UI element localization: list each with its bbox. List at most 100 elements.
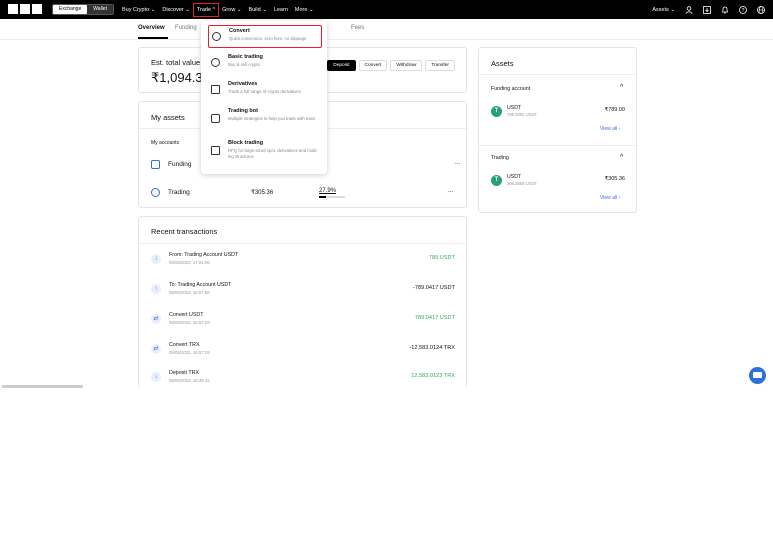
transaction-amount: -789.0417 USDT: [413, 285, 455, 291]
account-name: Trading: [168, 189, 190, 196]
tab-fees[interactable]: Fees: [351, 25, 364, 31]
transaction-row[interactable]: ⇄ Convert USDT 09/05/2022, 16:57:29 789.041…: [151, 311, 455, 333]
more-options[interactable]: ...: [448, 188, 453, 194]
nav-more[interactable]: More ⌄: [295, 7, 314, 13]
tether-icon: T: [491, 175, 502, 186]
assets-panel: Assets Funding account ^ T USDT 789.0000…: [478, 47, 638, 213]
tab-funding[interactable]: Funding: [175, 25, 197, 31]
token-name: USDT: [507, 174, 522, 180]
menu-item-title: Derivatives: [228, 81, 258, 87]
menu-item-desc: RFQ for large-sized spot, derivatives an…: [228, 148, 318, 159]
assets-panel-title: Assets: [491, 59, 514, 68]
more-options[interactable]: ...: [455, 160, 460, 166]
trading-pct: 27.9%: [319, 188, 337, 194]
transaction-row[interactable]: ↑ To: Trading Account USDT 09/05/2022, 16:…: [151, 281, 455, 303]
swap-icon: [211, 58, 220, 67]
tab-overview[interactable]: Overview: [138, 25, 165, 31]
trading-usdt-row[interactable]: T USDT 305.3659 USDT ₹305.36: [491, 174, 625, 192]
transaction-icon: ⇄: [151, 344, 161, 354]
nav-build[interactable]: Build ⌄: [248, 7, 266, 13]
transaction-title: To: Trading Account USDT: [169, 282, 232, 288]
withdraw-button[interactable]: Withdraw: [390, 60, 423, 71]
token-qty: 789.0000 USDT: [507, 112, 538, 117]
trade-dropdown-menu: Convert Quick conversion, zero fees, no …: [201, 21, 327, 174]
assets-menu[interactable]: Assets ⌄: [652, 7, 675, 13]
block-icon: [211, 146, 220, 155]
exchange-toggle[interactable]: Exchange: [53, 5, 88, 14]
transaction-icon: ↓: [151, 254, 161, 264]
transaction-title: Convert USDT: [169, 312, 204, 318]
est-value-label: Est. total value: [151, 58, 201, 67]
action-buttons: Deposit Convert Withdraw Transfer: [324, 60, 455, 71]
trading-label: Trading: [491, 155, 509, 161]
token-name: USDT: [507, 105, 522, 111]
trading-progress: [319, 196, 345, 198]
funding-account-label: Funding account: [491, 86, 531, 92]
okx-logo[interactable]: [8, 4, 44, 15]
recent-title: Recent transactions: [151, 227, 218, 236]
derivatives-icon: [211, 85, 220, 94]
token-value: ₹305.36: [604, 176, 625, 182]
transaction-amount: 789 USDT: [428, 255, 455, 261]
nav-discover[interactable]: Discover ⌄: [162, 7, 190, 13]
tether-icon: T: [491, 106, 502, 117]
account-row-funding[interactable]: Funding: [151, 160, 192, 169]
nav-grow[interactable]: Grow ⌄: [222, 7, 241, 13]
transaction-amount: 12,583.0123 TRX: [411, 373, 455, 379]
view-all-funding[interactable]: View all ›: [600, 126, 620, 132]
transaction-row[interactable]: ↓ Deposit TRX 09/05/2022, 16:39:42 12,583.0…: [151, 369, 455, 391]
help-icon[interactable]: ?: [739, 5, 747, 14]
transaction-title: Deposit TRX: [169, 370, 199, 376]
globe-icon[interactable]: [757, 5, 765, 14]
nav-buy-crypto[interactable]: Buy Crypto ⌄: [122, 7, 155, 13]
menu-item-title: Convert: [229, 28, 250, 34]
transaction-icon: ⇄: [151, 314, 161, 324]
token-value: ₹789.00: [604, 107, 625, 113]
bot-icon: [211, 114, 220, 123]
download-icon[interactable]: [703, 5, 711, 14]
nav-learn[interactable]: Learn: [274, 7, 288, 13]
main-nav: Buy Crypto ⌄ Discover ⌄ Trade ^ Grow ⌄ B…: [122, 0, 321, 19]
menu-item-title: Block trading: [228, 140, 264, 146]
chevron-up-icon[interactable]: ^: [620, 84, 623, 91]
transaction-row[interactable]: ⇄ Convert TRX 09/05/2022, 16:57:29 -12,583.…: [151, 341, 455, 363]
chevron-up-icon[interactable]: ^: [620, 154, 623, 161]
deposit-button[interactable]: Deposit: [327, 60, 356, 71]
menu-item-desc: Buy & sell crypto: [228, 62, 261, 67]
token-qty: 305.3659 USDT: [507, 181, 538, 186]
top-navbar: Exchange Wallet Buy Crypto ⌄ Discover ⌄ …: [0, 0, 773, 19]
svg-text:?: ?: [742, 8, 745, 14]
transaction-date: 09/05/2022, 16:57:29: [169, 320, 210, 325]
transaction-row[interactable]: ↓ From: Trading Account USDT 09/05/2022, 1…: [151, 251, 455, 273]
transfer-button[interactable]: Transfer: [425, 60, 455, 71]
transaction-date: 09/05/2022, 16:57:58: [169, 290, 210, 295]
my-accounts-label: My accounts: [151, 140, 180, 146]
convert-button[interactable]: Convert: [358, 60, 388, 71]
exchange-wallet-toggle[interactable]: Exchange Wallet: [52, 4, 114, 15]
menu-item-desc: Multiple strategies to help you trade wi…: [228, 116, 316, 121]
menu-item-desc: Quick conversion, zero fees, no slippage: [229, 36, 307, 41]
horizontal-scrollbar[interactable]: [2, 385, 83, 388]
transaction-amount: -12,583.0124 TRX: [409, 345, 455, 351]
menu-item-title: Trading bot: [228, 108, 258, 114]
account-row-trading[interactable]: Trading: [151, 188, 190, 197]
my-assets-title: My assets: [151, 113, 185, 122]
convert-icon: [212, 32, 221, 41]
account-name: Funding: [168, 161, 192, 168]
nav-trade[interactable]: Trade ^: [192, 2, 220, 17]
view-all-trading[interactable]: View all ›: [600, 195, 620, 201]
transaction-icon: ↑: [151, 284, 161, 294]
right-tools: Assets ⌄ ?: [642, 0, 765, 19]
user-icon[interactable]: [685, 5, 693, 14]
bell-icon[interactable]: [721, 6, 729, 14]
wallet-toggle[interactable]: Wallet: [87, 5, 113, 14]
menu-item-title: Basic trading: [228, 54, 263, 60]
trading-value: ₹305.36: [251, 190, 274, 196]
transaction-date: 09/05/2022, 16:39:42: [169, 378, 210, 383]
menu-item-convert[interactable]: Convert Quick conversion, zero fees, no …: [208, 25, 322, 48]
wallet-icon: [151, 160, 160, 169]
menu-item-desc: Trade a full range of crypto derivatives: [228, 89, 301, 94]
chat-icon: [753, 372, 762, 378]
funding-usdt-row[interactable]: T USDT 789.0000 USDT ₹789.00: [491, 105, 625, 123]
chat-support-button[interactable]: [749, 367, 766, 384]
